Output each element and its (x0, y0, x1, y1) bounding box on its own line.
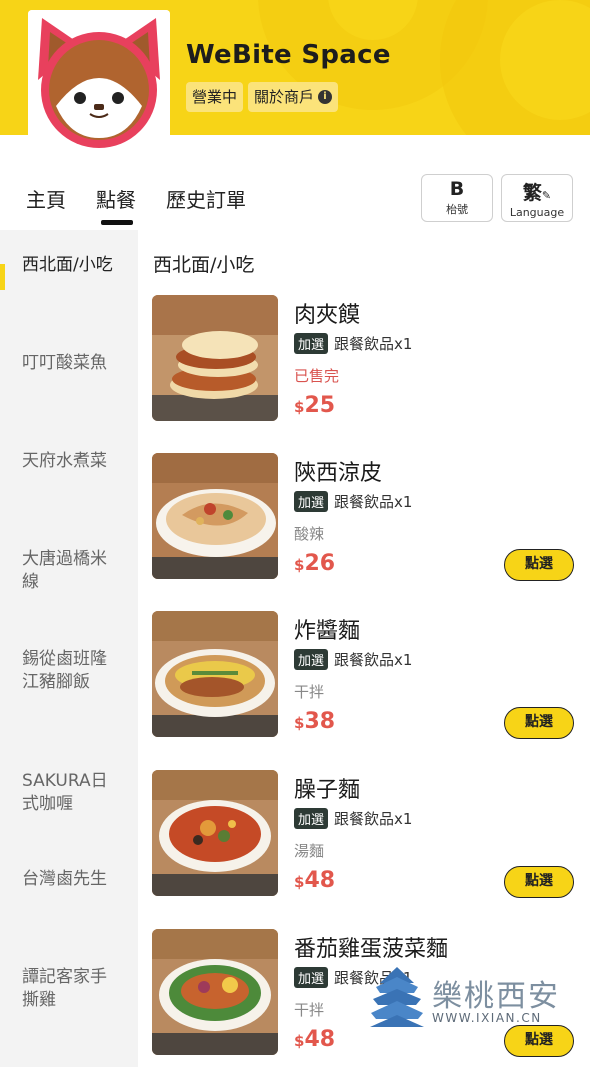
dish-name: 陝西涼皮 (294, 461, 383, 486)
about-merchant-label: 關於商戶 (254, 88, 315, 106)
tab-order-history[interactable]: 歷史訂單 (166, 184, 246, 213)
combo-badge: 加選 (294, 967, 329, 988)
combo-text: 跟餐飲品x1 (334, 651, 413, 669)
dish-price: $48 (294, 1027, 335, 1052)
dish-name: 番茄雞蛋菠菜麵 (294, 937, 449, 962)
dish-photo (152, 295, 278, 421)
section-title: 西北面/小吃 (153, 254, 255, 276)
table-number-value: B (449, 178, 465, 200)
dish-name: 肉夾饃 (294, 303, 361, 328)
about-merchant-button[interactable]: 關於商戶 i (248, 82, 339, 112)
currency-symbol: $ (294, 714, 305, 732)
watermark-title: 樂桃西安 (432, 979, 560, 1014)
dish-note: 酸辣 (294, 525, 325, 543)
select-dish-button[interactable]: 點選 (504, 707, 574, 739)
language-button[interactable]: 繁✎ Language (501, 174, 573, 222)
currency-symbol: $ (294, 873, 305, 891)
dish-item[interactable]: 肉夾饃 加選 跟餐飲品x1 已售完 $25 (152, 295, 582, 425)
combo-badge: 加選 (294, 649, 329, 670)
currency-symbol: $ (294, 398, 305, 416)
table-number-button[interactable]: B 枱號 (421, 174, 493, 222)
price-value: 48 (304, 868, 336, 893)
store-logo (28, 10, 170, 150)
combo-option: 加選 跟餐飲品x1 (294, 491, 412, 512)
sidebar-item-pork-knuckle-rice[interactable]: 錫從鹵班隆江豬腳飯 (22, 648, 122, 694)
language-current: 繁 (522, 182, 542, 204)
status-badge: 營業中 (186, 82, 244, 112)
store-name: WeBite Space (186, 40, 391, 70)
sidebar-item-rice-noodles[interactable]: 大唐過橋米線 (22, 548, 122, 594)
watermark-url: WWW.IXIAN.CN (432, 1011, 542, 1025)
info-icon: i (318, 90, 333, 104)
combo-option: 加選 跟餐飲品x1 (294, 649, 412, 670)
tab-home[interactable]: 主頁 (26, 184, 66, 213)
combo-option: 加選 跟餐飲品x1 (294, 808, 412, 829)
header-decoration (440, 0, 590, 135)
dish-price: $25 (294, 393, 335, 418)
status-label: 營業中 (192, 88, 238, 106)
price-value: 25 (304, 393, 336, 418)
watermark: 樂桃西安 WWW.IXIAN.CN (370, 965, 570, 1035)
category-sidebar: 西北面/小吃 叮叮酸菜魚 天府水煮菜 大唐過橋米線 錫從鹵班隆江豬腳飯 SAKU… (0, 230, 138, 1067)
table-number-label: 枱號 (446, 203, 468, 216)
dish-name: 臊子麵 (294, 778, 361, 803)
dish-item[interactable]: 陝西涼皮 加選 跟餐飲品x1 酸辣 $26 點選 (152, 453, 582, 583)
dish-price: $38 (294, 709, 335, 734)
watermark-pagoda-icon (370, 967, 424, 1027)
dish-photo (152, 453, 278, 579)
sidebar-item-sour-cabbage-fish[interactable]: 叮叮酸菜魚 (22, 352, 122, 375)
currency-symbol: $ (294, 1032, 305, 1050)
active-category-indicator (0, 264, 5, 290)
main-tabs: 主頁 點餐 歷史訂單 B 枱號 繁✎ Language (0, 160, 590, 228)
dish-price: $48 (294, 868, 335, 893)
sidebar-item-northwest-snacks[interactable]: 西北面/小吃 (22, 254, 122, 277)
dish-photo (152, 770, 278, 896)
combo-text: 跟餐飲品x1 (334, 335, 413, 353)
combo-option: 加選 跟餐飲品x1 (294, 333, 412, 354)
language-label: Language (509, 206, 565, 219)
combo-text: 跟餐飲品x1 (334, 493, 413, 511)
price-value: 38 (304, 709, 336, 734)
dish-note: 干拌 (294, 1001, 325, 1019)
sidebar-item-boiled-dishes[interactable]: 天府水煮菜 (22, 450, 122, 473)
combo-badge: 加選 (294, 808, 329, 829)
sidebar-item-japanese-curry[interactable]: SAKURA日式咖喱 (22, 770, 122, 816)
sidebar-item-taiwan-braised[interactable]: 台灣鹵先生 (22, 868, 122, 891)
dish-item[interactable]: 臊子麵 加選 跟餐飲品x1 湯麵 $48 點選 (152, 770, 582, 900)
sidebar-item-hakka-chicken[interactable]: 譚記客家手撕雞 (22, 966, 122, 1012)
price-value: 26 (304, 551, 336, 576)
dish-note: 干拌 (294, 683, 325, 701)
dish-note: 湯麵 (294, 842, 325, 860)
price-value: 48 (304, 1027, 336, 1052)
tab-order[interactable]: 點餐 (96, 184, 136, 213)
currency-symbol: $ (294, 556, 305, 574)
select-dish-button[interactable]: 點選 (504, 866, 574, 898)
dish-photo (152, 611, 278, 737)
language-value: 繁✎ (502, 178, 572, 205)
dish-photo (152, 929, 278, 1055)
sold-out-label: 已售完 (294, 367, 340, 385)
combo-badge: 加選 (294, 491, 329, 512)
dish-price: $26 (294, 551, 335, 576)
pencil-icon: ✎ (541, 189, 552, 202)
dish-name: 炸醬麵 (294, 619, 361, 644)
select-dish-button[interactable]: 點選 (504, 549, 574, 581)
combo-badge: 加選 (294, 333, 329, 354)
active-tab-indicator (101, 220, 133, 225)
combo-text: 跟餐飲品x1 (334, 810, 413, 828)
dish-item[interactable]: 炸醬麵 加選 跟餐飲品x1 干拌 $38 點選 (152, 611, 582, 741)
